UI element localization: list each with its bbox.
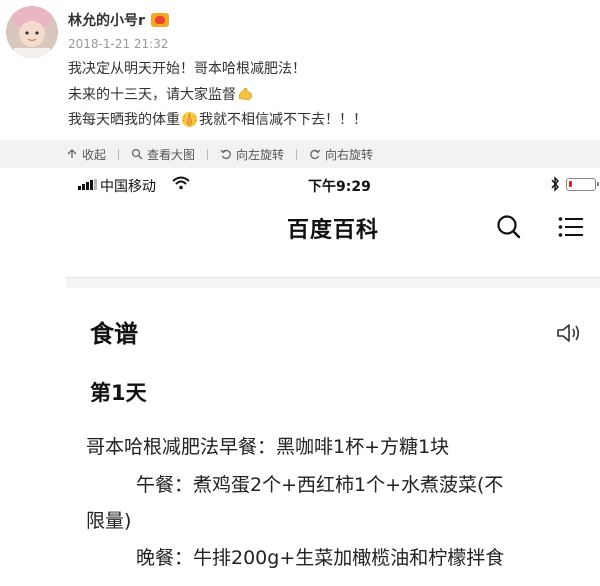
speaker-icon[interactable]	[556, 322, 582, 344]
post-text-line-2: 未来的十三天，请大家监督	[68, 84, 255, 104]
post-text-line-3-after: 我就不相信减不下去！！！	[199, 112, 367, 128]
recipe-heading: 食谱	[90, 320, 138, 348]
rotate-left-button[interactable]: 向左旋转	[220, 146, 284, 163]
vip-badge-icon	[150, 13, 169, 27]
toolbar-divider	[296, 148, 298, 160]
post-text-line-2-text: 未来的十三天，请大家监督	[68, 87, 236, 103]
collapse-icon	[67, 149, 77, 158]
flexed-biceps-emoji-icon	[239, 87, 252, 100]
phone-clock: 下午9:29	[308, 179, 371, 195]
lunch-text-line-1: 午餐：煮鸡蛋2个+西红柿1个+水煮菠菜(不	[136, 474, 504, 496]
post-text-line-3: 我每天晒我的体重 我就不相信减不下去！！！	[68, 109, 367, 129]
lunch-text-line-2: 限量)	[86, 510, 132, 532]
toolbar-divider	[207, 148, 209, 160]
username-row: 林允的小号r	[68, 10, 169, 30]
bluetooth-icon	[551, 176, 559, 192]
image-toolbar: 收起 查看大图 向左旋转 向右旋转	[0, 140, 600, 168]
rotate-left-icon	[220, 149, 231, 160]
username[interactable]: 林允的小号r	[68, 10, 145, 30]
baike-app-bar: 百度百科	[66, 202, 600, 250]
day-heading: 第1天	[90, 381, 147, 405]
post-timestamp: 2018-1-21 21:32	[68, 37, 169, 51]
toolbar-divider	[118, 148, 120, 160]
wifi-icon	[172, 176, 190, 190]
rotate-right-button[interactable]: 向右旋转	[309, 146, 373, 163]
collapse-button[interactable]: 收起	[66, 146, 106, 163]
carrier-name: 中国移动	[100, 179, 156, 195]
weibo-post: 林允的小号r 2018-1-21 21:32 我决定从明天开始！哥本哈根减肥法！…	[0, 0, 600, 140]
rotate-right-icon	[310, 149, 321, 160]
content-divider-strip	[66, 250, 600, 278]
phone-status-bar: 中国移动 下午9:29	[66, 168, 600, 202]
view-large-button[interactable]: 查看大图	[131, 146, 195, 163]
collapse-label: 收起	[82, 147, 107, 162]
recipe-card: 食谱 第1天 哥本哈根减肥法早餐：黑咖啡1杯+方糖1块 午餐：煮鸡蛋2个+西红柿…	[66, 288, 600, 586]
menu-icon[interactable]	[558, 215, 584, 239]
embedded-phone-screenshot[interactable]: 中国移动 下午9:29 百度百科 食谱 第1天 哥本哈根减肥法早餐：黑咖啡1杯+…	[66, 168, 600, 586]
praying-hands-emoji-icon	[181, 111, 198, 127]
post-text-line-3-before: 我每天晒我的体重	[68, 112, 180, 128]
rotate-right-label: 向右旋转	[325, 147, 374, 162]
breakfast-text: 哥本哈根减肥法早餐：黑咖啡1杯+方糖1块	[86, 436, 450, 458]
post-text-line-1: 我决定从明天开始！哥本哈根减肥法！	[68, 61, 306, 77]
magnifier-icon	[131, 148, 143, 160]
view-large-label: 查看大图	[147, 147, 196, 162]
user-avatar[interactable]	[6, 6, 58, 58]
dinner-text: 晚餐：牛排200g+生菜加橄榄油和柠檬拌食	[136, 547, 505, 569]
rotate-left-label: 向左旋转	[236, 147, 285, 162]
battery-icon	[566, 178, 599, 191]
signal-icon	[78, 179, 97, 190]
search-icon[interactable]	[496, 214, 522, 240]
